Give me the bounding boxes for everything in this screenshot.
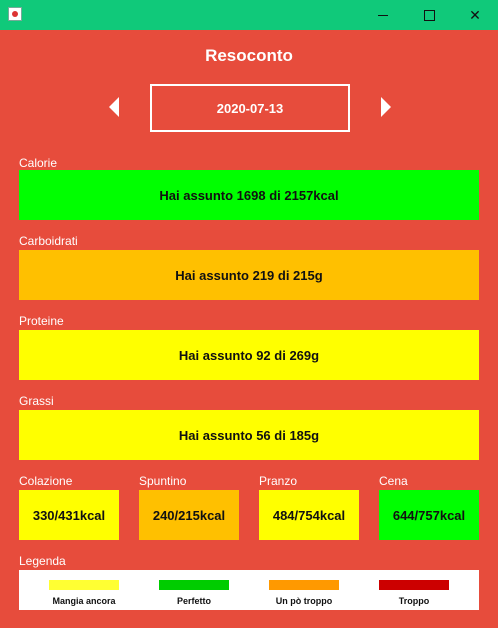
page-title: Resoconto	[205, 46, 293, 65]
legend-item: Perfetto	[159, 580, 229, 606]
fat-bar: Hai assunto 56 di 185g	[19, 410, 479, 460]
maximize-button[interactable]	[406, 0, 452, 30]
legend-text: Un pò troppo	[275, 596, 333, 606]
legend-item: Un pò troppo	[269, 580, 339, 606]
legend-swatch-yellow	[49, 580, 119, 590]
minimize-button[interactable]	[360, 0, 406, 30]
breakfast-label: Colazione	[19, 474, 73, 488]
java-app-icon	[8, 7, 22, 21]
legend-panel: Mangia ancora Perfetto Un pò troppo Trop…	[19, 570, 479, 610]
legend-swatch-orange	[269, 580, 339, 590]
next-day-arrow-icon[interactable]	[381, 97, 391, 117]
previous-day-arrow-icon[interactable]	[109, 97, 119, 117]
legend-text: Perfetto	[176, 596, 211, 606]
legend-item: Troppo	[379, 580, 449, 606]
fat-label: Grassi	[19, 394, 54, 408]
calorie-label: Calorie	[19, 156, 58, 170]
lunch-label: Pranzo	[259, 474, 298, 488]
protein-bar: Hai assunto 92 di 269g	[19, 330, 479, 380]
maximize-icon	[423, 9, 435, 21]
legend-text: Troppo	[398, 596, 430, 606]
legend-swatch-green	[159, 580, 229, 590]
minimize-icon	[378, 14, 388, 16]
legend-text: Mangia ancora	[52, 596, 116, 606]
date-display: 2020-07-13	[150, 84, 350, 132]
carb-label: Carboidrati	[19, 234, 78, 248]
carb-bar: Hai assunto 219 di 215g	[19, 250, 479, 300]
dinner-box: 644/757kcal	[379, 490, 479, 540]
breakfast-box: 330/431kcal	[19, 490, 119, 540]
snack-box: 240/215kcal	[139, 490, 239, 540]
legend-item: Mangia ancora	[49, 580, 119, 606]
legend-swatch-red	[379, 580, 449, 590]
legend-label: Legenda	[19, 554, 66, 568]
title-bar: ✕	[0, 0, 498, 30]
protein-label: Proteine	[19, 314, 64, 328]
dinner-label: Cena	[379, 474, 408, 488]
close-icon: ✕	[469, 6, 481, 23]
calorie-bar: Hai assunto 1698 di 2157kcal	[19, 170, 479, 220]
snack-label: Spuntino	[139, 474, 187, 488]
lunch-box: 484/754kcal	[259, 490, 359, 540]
close-button[interactable]: ✕	[452, 0, 498, 30]
